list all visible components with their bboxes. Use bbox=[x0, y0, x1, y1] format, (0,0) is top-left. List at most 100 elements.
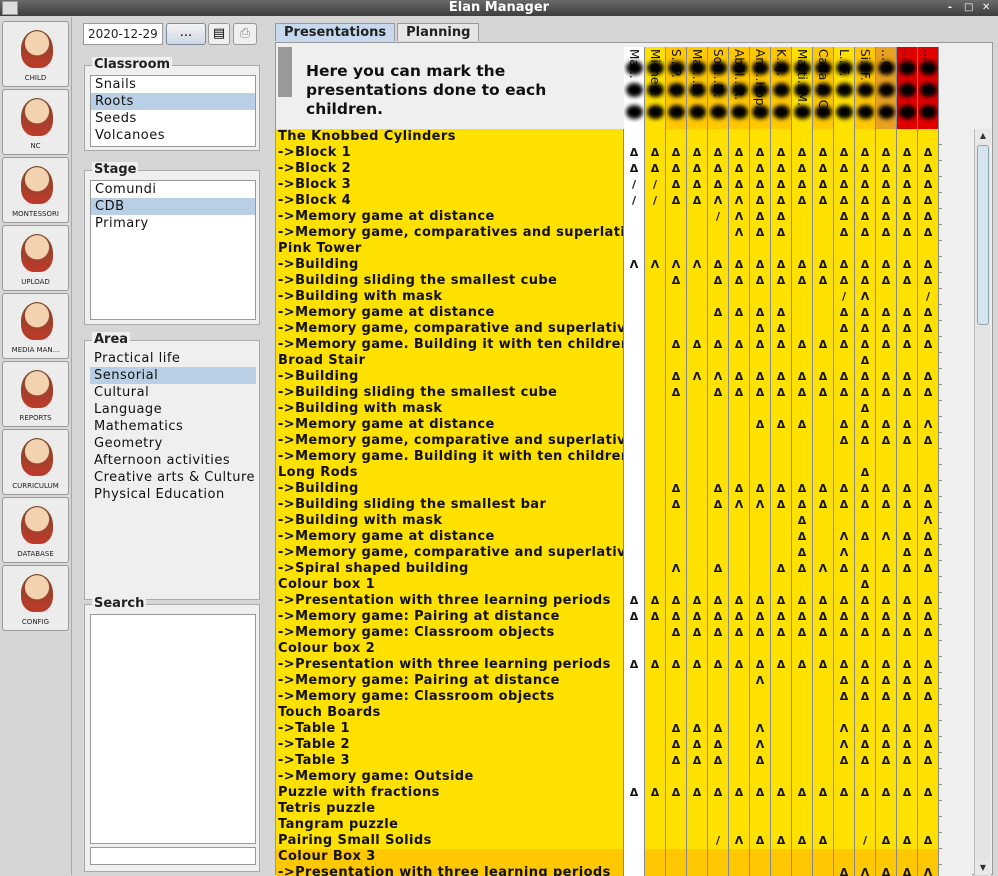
presentation-cell[interactable] bbox=[687, 241, 708, 257]
presentation-cell[interactable] bbox=[624, 305, 645, 321]
presentation-cell[interactable] bbox=[624, 689, 645, 705]
presentation-cell[interactable]: Λ bbox=[855, 289, 876, 305]
presentation-cell[interactable] bbox=[813, 433, 834, 449]
presentation-cell[interactable] bbox=[645, 385, 666, 401]
presentation-cell[interactable] bbox=[834, 465, 855, 481]
presentation-cell[interactable] bbox=[813, 689, 834, 705]
presentation-cell[interactable]: Δ bbox=[792, 257, 813, 273]
presentation-cell[interactable]: Δ bbox=[876, 161, 897, 177]
presentation-cell[interactable] bbox=[687, 225, 708, 241]
presentation-cell[interactable] bbox=[771, 801, 792, 817]
presentation-cell[interactable]: Δ bbox=[708, 625, 729, 641]
presentation-cell[interactable] bbox=[729, 545, 750, 561]
presentation-cell[interactable]: Δ bbox=[729, 657, 750, 673]
presentation-cell[interactable] bbox=[855, 849, 876, 865]
presentation-cell[interactable]: Δ bbox=[834, 145, 855, 161]
presentation-cell[interactable]: Δ bbox=[834, 657, 855, 673]
sidebar-child-button[interactable]: CHILD bbox=[2, 21, 69, 87]
presentation-cell[interactable] bbox=[771, 641, 792, 657]
presentation-cell[interactable]: Δ bbox=[918, 593, 939, 609]
presentation-cell[interactable] bbox=[813, 577, 834, 593]
presentation-cell[interactable] bbox=[624, 705, 645, 721]
presentation-cell[interactable] bbox=[729, 241, 750, 257]
presentation-cell[interactable]: Δ bbox=[897, 657, 918, 673]
presentation-cell[interactable]: Δ bbox=[897, 785, 918, 801]
area-item[interactable]: Sensorial bbox=[90, 367, 256, 384]
presentation-cell[interactable]: Δ bbox=[813, 625, 834, 641]
presentation-cell[interactable] bbox=[687, 209, 708, 225]
presentation-cell[interactable] bbox=[708, 545, 729, 561]
presentation-cell[interactable]: Δ bbox=[687, 609, 708, 625]
presentation-cell[interactable] bbox=[687, 465, 708, 481]
presentation-cell[interactable] bbox=[897, 241, 918, 257]
presentation-cell[interactable] bbox=[729, 737, 750, 753]
presentation-cell[interactable]: Δ bbox=[813, 193, 834, 209]
presentation-cell[interactable] bbox=[792, 321, 813, 337]
student-header[interactable]: S…P. bbox=[666, 47, 687, 129]
presentation-cell[interactable] bbox=[813, 865, 834, 876]
presentation-cell[interactable] bbox=[729, 529, 750, 545]
presentation-cell[interactable] bbox=[666, 209, 687, 225]
presentation-cell[interactable]: Δ bbox=[876, 369, 897, 385]
presentation-cell[interactable] bbox=[645, 801, 666, 817]
presentation-cell[interactable] bbox=[645, 129, 666, 145]
vertical-scrollbar[interactable]: ▲ ▼ bbox=[974, 129, 991, 875]
presentation-cell[interactable] bbox=[708, 577, 729, 593]
presentation-cell[interactable] bbox=[750, 449, 771, 465]
presentation-cell[interactable] bbox=[750, 705, 771, 721]
presentation-cell[interactable]: Δ bbox=[771, 417, 792, 433]
presentation-cell[interactable]: Δ bbox=[624, 145, 645, 161]
presentation-cell[interactable]: Δ bbox=[729, 369, 750, 385]
presentation-cell[interactable] bbox=[624, 833, 645, 849]
presentation-cell[interactable]: Δ bbox=[897, 385, 918, 401]
presentation-cell[interactable]: Δ bbox=[666, 609, 687, 625]
presentation-cell[interactable] bbox=[645, 273, 666, 289]
presentation-cell[interactable]: Δ bbox=[897, 833, 918, 849]
presentation-cell[interactable]: Δ bbox=[813, 497, 834, 513]
presentation-cell[interactable]: Δ bbox=[918, 689, 939, 705]
presentation-cell[interactable] bbox=[666, 129, 687, 145]
presentation-cell[interactable]: Λ bbox=[834, 529, 855, 545]
presentation-cell[interactable] bbox=[813, 401, 834, 417]
presentation-cell[interactable] bbox=[918, 769, 939, 785]
presentation-cell[interactable] bbox=[624, 385, 645, 401]
presentation-cell[interactable] bbox=[645, 721, 666, 737]
area-item[interactable]: Physical Education bbox=[90, 486, 256, 503]
presentation-cell[interactable] bbox=[666, 865, 687, 876]
presentation-cell[interactable]: Δ bbox=[771, 609, 792, 625]
presentation-cell[interactable]: Δ bbox=[792, 609, 813, 625]
presentation-cell[interactable]: Δ bbox=[876, 609, 897, 625]
presentation-cell[interactable] bbox=[792, 689, 813, 705]
presentation-cell[interactable] bbox=[729, 449, 750, 465]
presentation-cell[interactable]: Λ bbox=[624, 257, 645, 273]
presentation-cell[interactable] bbox=[645, 705, 666, 721]
presentation-cell[interactable] bbox=[645, 833, 666, 849]
presentation-cell[interactable]: Δ bbox=[792, 593, 813, 609]
presentation-cell[interactable] bbox=[855, 641, 876, 657]
presentation-cell[interactable]: Δ bbox=[771, 785, 792, 801]
presentation-cell[interactable]: Δ bbox=[876, 753, 897, 769]
presentation-cell[interactable]: Δ bbox=[918, 673, 939, 689]
presentation-cell[interactable]: Δ bbox=[897, 545, 918, 561]
presentation-cell[interactable] bbox=[645, 449, 666, 465]
presentation-cell[interactable]: Δ bbox=[918, 385, 939, 401]
presentation-cell[interactable]: Δ bbox=[855, 785, 876, 801]
presentation-cell[interactable]: Λ bbox=[750, 737, 771, 753]
presentation-cell[interactable] bbox=[813, 305, 834, 321]
presentation-cell[interactable]: Δ bbox=[792, 833, 813, 849]
presentation-cell[interactable] bbox=[729, 721, 750, 737]
presentation-cell[interactable] bbox=[771, 849, 792, 865]
presentation-cell[interactable] bbox=[813, 641, 834, 657]
presentation-cell[interactable]: Δ bbox=[855, 721, 876, 737]
presentation-cell[interactable] bbox=[624, 449, 645, 465]
presentation-cell[interactable]: Δ bbox=[687, 737, 708, 753]
presentation-cell[interactable] bbox=[624, 369, 645, 385]
classroom-item[interactable]: Roots bbox=[91, 93, 255, 110]
presentation-cell[interactable]: Λ bbox=[729, 193, 750, 209]
presentation-cell[interactable]: Δ bbox=[855, 561, 876, 577]
classroom-item[interactable]: Snails bbox=[91, 76, 255, 93]
presentation-cell[interactable]: Δ bbox=[897, 481, 918, 497]
sidebar-nc-button[interactable]: NC bbox=[2, 89, 69, 155]
presentation-cell[interactable]: Δ bbox=[792, 385, 813, 401]
presentation-cell[interactable] bbox=[897, 577, 918, 593]
